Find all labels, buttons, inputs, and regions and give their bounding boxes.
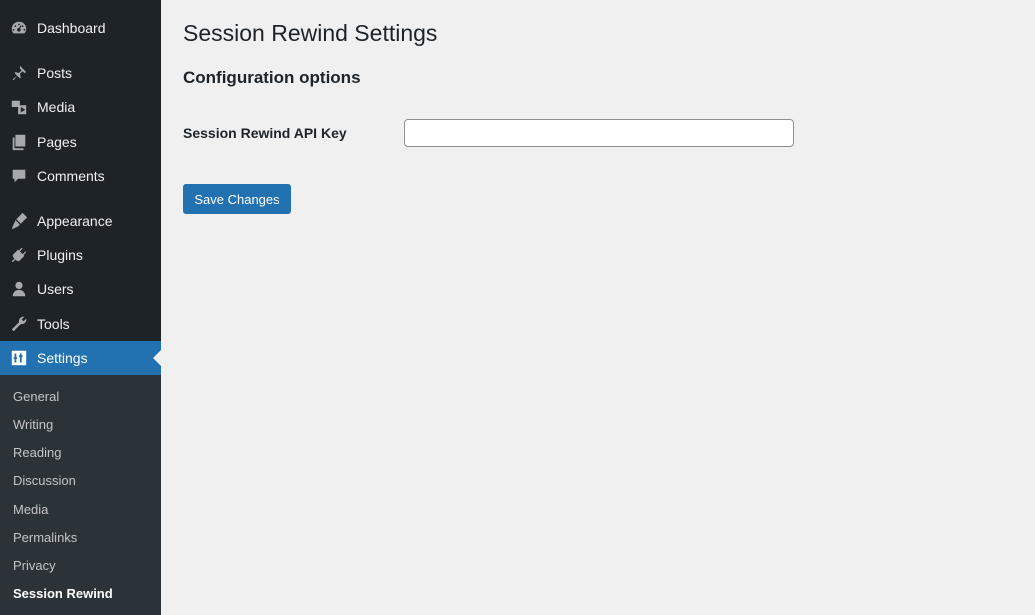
menu-label: Comments	[37, 168, 105, 184]
api-key-input[interactable]	[404, 119, 794, 147]
menu-item-appearance[interactable]: Appearance	[0, 204, 161, 238]
current-menu-arrow	[153, 350, 161, 366]
media-icon	[9, 97, 29, 117]
save-changes-button[interactable]: Save Changes	[183, 184, 291, 214]
menu-item-users[interactable]: Users	[0, 272, 161, 306]
dashboard-icon	[9, 18, 29, 38]
api-key-label: Session Rewind API Key	[183, 125, 347, 141]
brush-icon	[9, 211, 29, 231]
pin-icon	[9, 63, 29, 83]
wrench-icon	[9, 314, 29, 334]
menu-label: Users	[37, 281, 74, 297]
settings-submenu: General Writing Reading Discussion Media…	[0, 375, 161, 615]
submenu-item-general[interactable]: General	[13, 389, 59, 404]
menu-label: Plugins	[37, 247, 83, 263]
menu-item-plugins[interactable]: Plugins	[0, 238, 161, 272]
comment-icon	[9, 166, 29, 186]
user-icon	[9, 279, 29, 299]
menu-item-comments[interactable]: Comments	[0, 159, 161, 193]
submenu-item-discussion[interactable]: Discussion	[13, 473, 76, 488]
menu-label: Media	[37, 99, 76, 115]
menu-item-dashboard[interactable]: Dashboard	[0, 11, 161, 45]
page-title: Session Rewind Settings	[183, 20, 438, 46]
submenu-item-media[interactable]: Media	[13, 502, 48, 517]
submenu-item-permalinks[interactable]: Permalinks	[13, 530, 77, 545]
menu-label: Posts	[37, 65, 73, 81]
submenu-item-session-rewind[interactable]: Session Rewind	[13, 586, 113, 601]
menu-label: Tools	[37, 316, 70, 332]
submenu-item-writing[interactable]: Writing	[13, 417, 53, 432]
menu-item-settings[interactable]: Settings	[0, 341, 161, 375]
menu-item-media[interactable]: Media	[0, 90, 161, 124]
menu-label: Dashboard	[37, 20, 106, 36]
plugin-icon	[9, 245, 29, 265]
pages-icon	[9, 132, 29, 152]
submenu-item-reading[interactable]: Reading	[13, 445, 61, 460]
menu-label: Pages	[37, 134, 77, 150]
settings-icon	[9, 348, 29, 368]
admin-sidebar: Dashboard Posts Media Pages Comments App…	[0, 0, 161, 615]
menu-item-posts[interactable]: Posts	[0, 56, 161, 90]
submenu-item-privacy[interactable]: Privacy	[13, 558, 56, 573]
menu-label: Appearance	[37, 213, 113, 229]
section-title: Configuration options	[183, 68, 361, 87]
menu-label: Settings	[37, 350, 88, 366]
menu-item-pages[interactable]: Pages	[0, 125, 161, 159]
menu-item-tools[interactable]: Tools	[0, 307, 161, 341]
